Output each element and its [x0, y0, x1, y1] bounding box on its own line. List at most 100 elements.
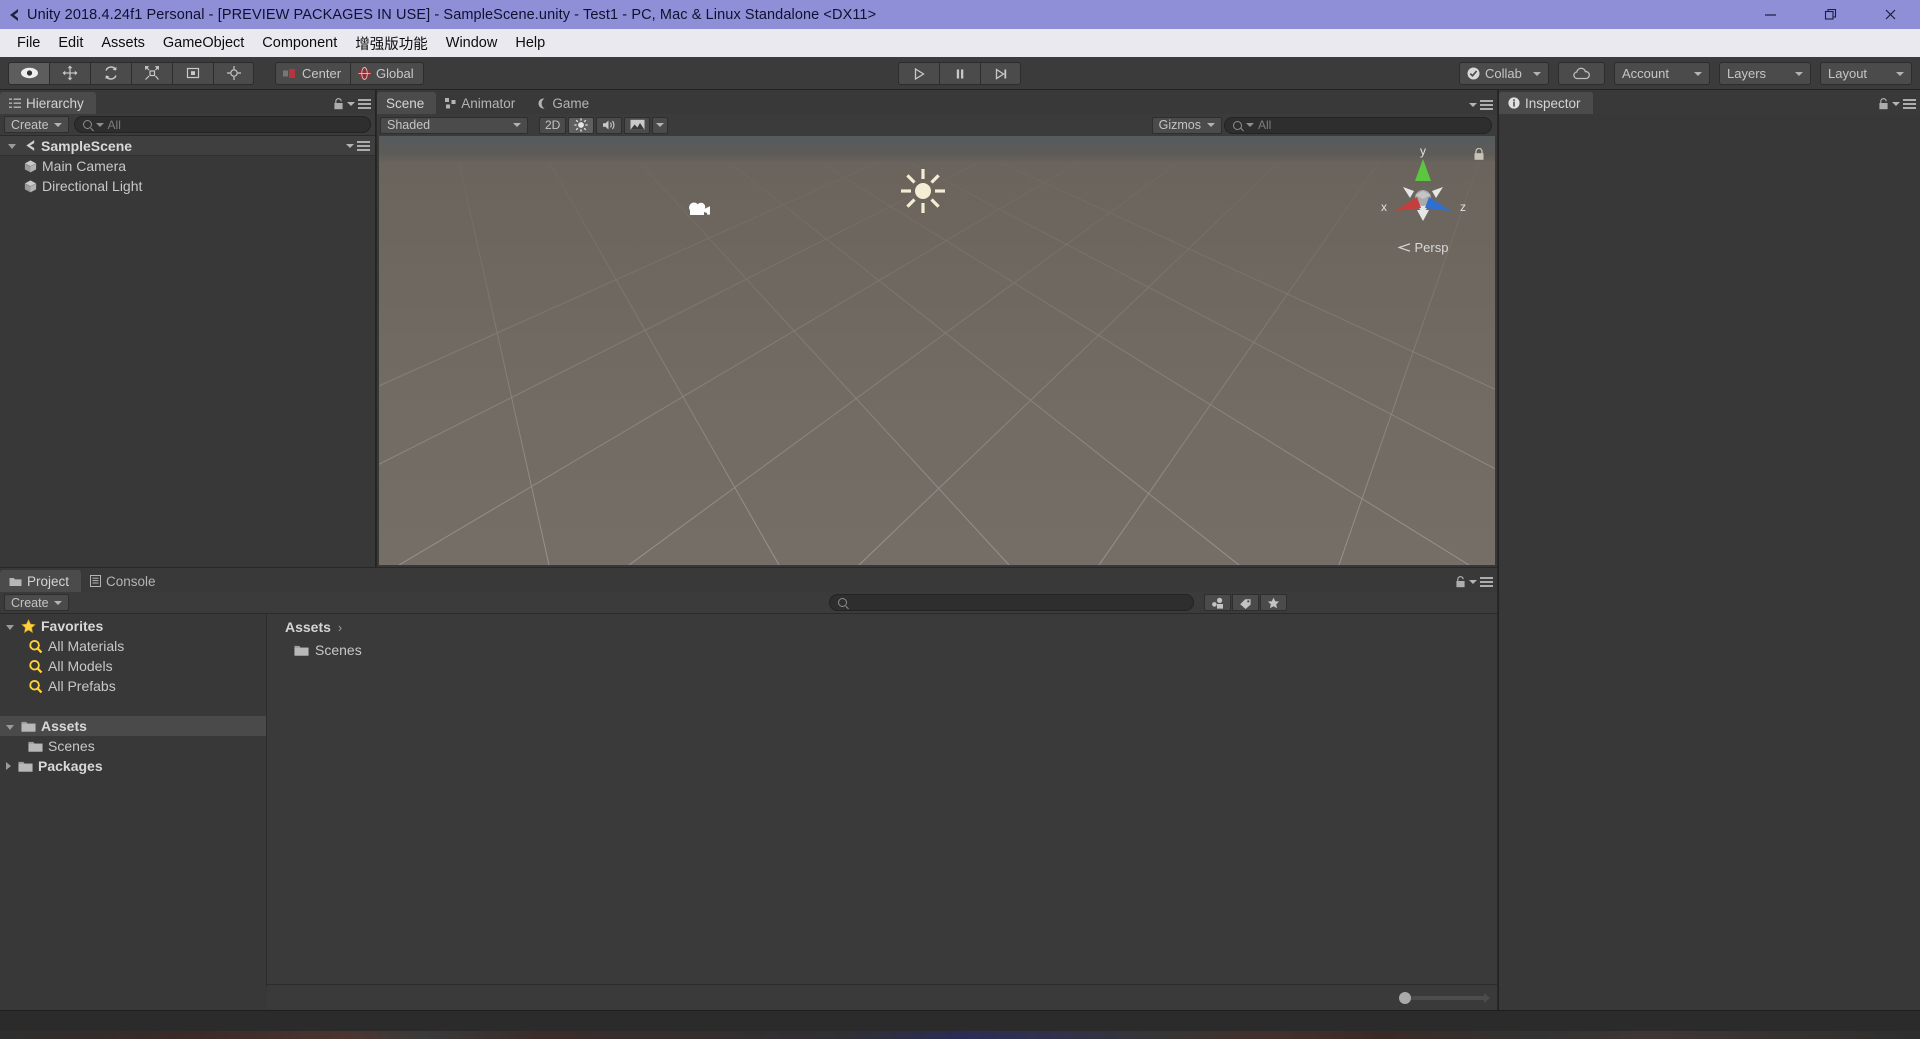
toggle-2d-button[interactable]: 2D	[539, 117, 566, 134]
panel-menu-icon[interactable]	[1480, 100, 1493, 110]
projection-mode-label[interactable]: Persp	[1373, 240, 1473, 255]
scale-tool-button[interactable]	[131, 62, 172, 85]
chevron-down-icon	[1533, 72, 1541, 76]
menu-gameobject[interactable]: GameObject	[154, 32, 253, 54]
project-subtoolbar: Create	[0, 592, 1497, 614]
menu-component[interactable]: Component	[253, 32, 346, 54]
panel-menu-icon[interactable]	[358, 99, 371, 109]
project-main: Favorites All Materials All Models All P…	[0, 614, 1497, 987]
hierarchy-subtoolbar: Create All	[0, 114, 375, 136]
main-toolbar: Center Global Collab Account	[0, 57, 1920, 90]
chevron-down-icon[interactable]	[1469, 103, 1477, 107]
icon-size-slider[interactable]	[1405, 996, 1485, 1000]
close-icon[interactable]	[1860, 0, 1920, 29]
hierarchy-tree: SampleScene Main Camera Directional Ligh…	[0, 136, 375, 196]
chevron-down-icon	[1896, 72, 1904, 76]
filter-by-type-button[interactable]	[1204, 594, 1231, 611]
project-tree-row-packages[interactable]: Packages	[0, 756, 266, 776]
menu-enhanced[interactable]: 增强版功能	[346, 30, 437, 57]
menu-assets[interactable]: Assets	[92, 32, 154, 54]
panel-menu-icon[interactable]	[1903, 99, 1916, 109]
scene-viewport[interactable]: y x z Persp	[379, 136, 1495, 565]
transform-tool-button[interactable]	[213, 62, 254, 85]
tab-console[interactable]: Console	[81, 570, 168, 592]
hierarchy-row-scene[interactable]: SampleScene	[0, 136, 375, 156]
toggle-lighting-button[interactable]	[568, 117, 594, 134]
project-tree-row-all-prefabs[interactable]: All Prefabs	[0, 676, 266, 696]
chevron-down-icon[interactable]	[1892, 102, 1900, 106]
filter-by-label-button[interactable]	[1232, 594, 1259, 611]
hierarchy-search-input[interactable]: All	[74, 116, 371, 133]
layout-button[interactable]: Layout	[1820, 62, 1912, 85]
folder-icon	[9, 576, 22, 587]
chevron-down-icon[interactable]	[347, 102, 355, 106]
asset-row-scenes[interactable]: Scenes	[267, 640, 1497, 660]
cloud-button[interactable]	[1558, 62, 1605, 85]
pivot-mode-button[interactable]: Center	[275, 62, 350, 85]
tab-project[interactable]: Project	[0, 570, 81, 592]
project-tree-row-favorites[interactable]: Favorites	[0, 616, 266, 636]
effects-dropdown-button[interactable]	[652, 117, 668, 134]
play-button[interactable]	[898, 62, 939, 85]
hierarchy-row-directional-light[interactable]: Directional Light	[0, 176, 375, 196]
gizmos-label: Gizmos	[1159, 118, 1201, 132]
project-search-input[interactable]	[829, 594, 1194, 611]
breadcrumb-assets[interactable]: Assets	[285, 619, 331, 635]
hierarchy-row-main-camera[interactable]: Main Camera	[0, 156, 375, 176]
expand-triangle-icon[interactable]	[6, 725, 14, 730]
account-button[interactable]: Account	[1614, 62, 1710, 85]
minimize-icon[interactable]	[1740, 0, 1800, 29]
menu-edit[interactable]: Edit	[49, 32, 92, 54]
scene-search-input[interactable]: All	[1224, 117, 1492, 134]
persp-arrow-icon	[1398, 243, 1411, 252]
pivot-rotation-button[interactable]: Global	[350, 62, 424, 85]
menu-help[interactable]: Help	[506, 32, 554, 54]
tab-game[interactable]: Game	[527, 92, 601, 114]
expand-triangle-icon[interactable]	[6, 762, 11, 770]
panel-menu-icon[interactable]	[1480, 577, 1493, 587]
move-tool-button[interactable]	[49, 62, 90, 85]
expand-triangle-icon[interactable]	[8, 144, 16, 149]
folder-icon	[21, 720, 36, 733]
maximize-icon[interactable]	[1800, 0, 1860, 29]
lock-icon[interactable]	[333, 98, 344, 110]
slider-knob[interactable]	[1399, 992, 1411, 1004]
tab-scene[interactable]: Scene	[377, 92, 436, 114]
pause-button[interactable]	[939, 62, 980, 85]
lock-icon[interactable]	[1455, 576, 1466, 588]
folder-icon	[18, 760, 33, 773]
project-tree-row-scenes[interactable]: Scenes	[0, 736, 266, 756]
step-button[interactable]	[980, 62, 1021, 85]
draw-mode-dropdown[interactable]: Shaded	[380, 117, 528, 134]
scene-lock-icon[interactable]	[1473, 148, 1485, 161]
axis-label-z: z	[1460, 200, 1466, 214]
rect-tool-button[interactable]	[172, 62, 213, 85]
directional-light-sun-icon[interactable]	[900, 168, 946, 214]
collab-button[interactable]: Collab	[1459, 62, 1549, 85]
project-create-button[interactable]: Create	[4, 594, 69, 611]
project-tree-row-all-models[interactable]: All Models	[0, 656, 266, 676]
menu-file[interactable]: File	[8, 32, 49, 54]
menu-window[interactable]: Window	[437, 32, 507, 54]
project-contents[interactable]: Assets › Scenes	[267, 614, 1497, 987]
toggle-effects-button[interactable]	[624, 117, 650, 134]
toggle-audio-button[interactable]	[596, 117, 622, 134]
scene-row-menu[interactable]	[346, 141, 370, 151]
expand-triangle-icon[interactable]	[6, 625, 14, 630]
favorites-star-button[interactable]	[1260, 594, 1287, 611]
tab-hierarchy[interactable]: Hierarchy	[0, 92, 96, 114]
hand-tool-button[interactable]	[8, 62, 49, 85]
project-tree-row-assets[interactable]: Assets	[0, 716, 266, 736]
gizmos-dropdown[interactable]: Gizmos	[1152, 117, 1222, 134]
main-camera-icon[interactable]	[687, 201, 715, 219]
hierarchy-create-button[interactable]: Create	[4, 116, 69, 133]
tab-inspector[interactable]: Inspector	[1499, 92, 1593, 114]
gameobject-cube-icon	[23, 179, 38, 194]
tab-game-label: Game	[552, 96, 589, 111]
rotate-tool-button[interactable]	[90, 62, 131, 85]
project-tree-row-all-materials[interactable]: All Materials	[0, 636, 266, 656]
lock-icon[interactable]	[1878, 98, 1889, 110]
layers-button[interactable]: Layers	[1719, 62, 1811, 85]
chevron-down-icon[interactable]	[1469, 580, 1477, 584]
tab-animator[interactable]: Animator	[436, 92, 527, 114]
